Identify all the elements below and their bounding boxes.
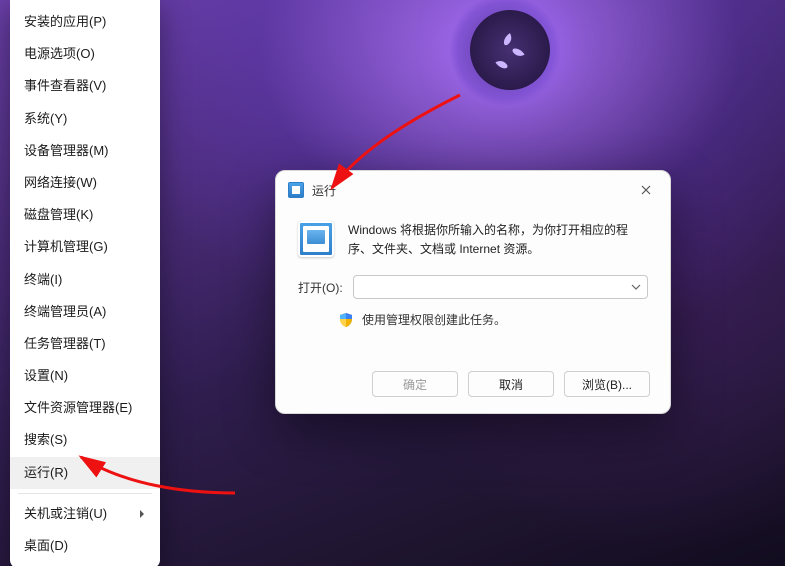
menu-item-device-manager[interactable]: 设备管理器(M) <box>10 135 160 167</box>
close-button[interactable] <box>632 179 660 201</box>
menu-item-desktop[interactable]: 桌面(D) <box>10 530 160 562</box>
dialog-description: Windows 将根据你所输入的名称，为你打开相应的程序、文件夹、文档或 Int… <box>348 221 648 259</box>
wallpaper-emblem <box>470 10 550 90</box>
menu-item-settings[interactable]: 设置(N) <box>10 360 160 392</box>
menu-item-power-options[interactable]: 电源选项(O) <box>10 38 160 70</box>
ok-button[interactable]: 确定 <box>372 371 458 397</box>
open-label: 打开(O): <box>298 279 343 296</box>
winx-menu: 安装的应用(P) 电源选项(O) 事件查看器(V) 系统(Y) 设备管理器(M)… <box>10 0 160 566</box>
browse-button[interactable]: 浏览(B)... <box>564 371 650 397</box>
menu-item-search[interactable]: 搜索(S) <box>10 424 160 456</box>
open-input[interactable] <box>353 275 648 299</box>
menu-item-system[interactable]: 系统(Y) <box>10 103 160 135</box>
menu-item-computer-management[interactable]: 计算机管理(G) <box>10 231 160 263</box>
menu-separator <box>18 493 152 494</box>
dialog-title: 运行 <box>312 182 336 199</box>
menu-item-network-connections[interactable]: 网络连接(W) <box>10 167 160 199</box>
menu-item-event-viewer[interactable]: 事件查看器(V) <box>10 70 160 102</box>
menu-item-run[interactable]: 运行(R) <box>10 457 160 489</box>
menu-item-file-explorer[interactable]: 文件资源管理器(E) <box>10 392 160 424</box>
run-large-icon <box>298 221 334 257</box>
admin-note: 使用管理权限创建此任务。 <box>362 311 506 328</box>
chevron-down-icon <box>631 282 641 292</box>
cancel-button[interactable]: 取消 <box>468 371 554 397</box>
run-dialog: 运行 Windows 将根据你所输入的名称，为你打开相应的程序、文件夹、文档或 … <box>275 170 671 414</box>
menu-item-installed-apps[interactable]: 安装的应用(P) <box>10 6 160 38</box>
chevron-right-icon <box>138 510 146 518</box>
menu-item-task-manager[interactable]: 任务管理器(T) <box>10 328 160 360</box>
menu-item-shutdown-signout[interactable]: 关机或注销(U) <box>10 498 160 530</box>
menu-item-terminal[interactable]: 终端(I) <box>10 264 160 296</box>
run-icon <box>288 182 304 198</box>
menu-item-disk-management[interactable]: 磁盘管理(K) <box>10 199 160 231</box>
dialog-titlebar: 运行 <box>276 171 670 207</box>
menu-item-terminal-admin[interactable]: 终端管理员(A) <box>10 296 160 328</box>
shield-icon <box>338 312 354 328</box>
close-icon <box>641 185 651 195</box>
